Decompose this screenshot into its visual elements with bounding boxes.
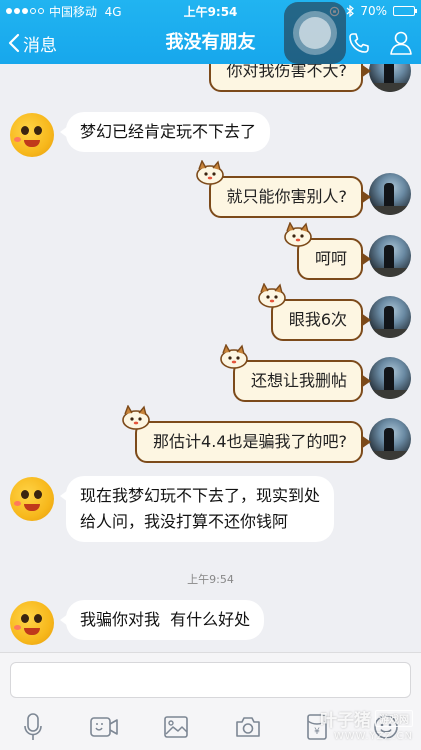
my-avatar[interactable] [369, 64, 411, 92]
profile-button[interactable] [389, 30, 413, 56]
message-text: 呵呵 [314, 249, 347, 268]
my-avatar[interactable] [369, 173, 411, 215]
message-row: 梦幻已经肯定玩不下去了 [0, 110, 421, 160]
chat-area[interactable]: 你对我伤害不大? 梦幻已经肯定玩不下去了 就只能你害别人? 呵呵 眼我6次 还想… [0, 64, 421, 652]
microphone-icon[interactable] [22, 712, 44, 742]
phone-call-button[interactable] [347, 31, 371, 55]
message-bubble-in[interactable]: 现在我梦幻玩不下去了，现实到处 给人问，我没打算不还你钱阿 [59, 476, 335, 542]
person-icon [390, 31, 412, 55]
assistive-touch-button[interactable] [284, 2, 346, 64]
camera-icon[interactable] [234, 715, 262, 739]
bubble-pet-decoration-icon [195, 160, 224, 185]
friend-avatar[interactable] [10, 477, 54, 521]
message-text: 眼我6次 [288, 310, 347, 329]
message-text: 你对我伤害不大? [226, 64, 348, 80]
message-bubble-out[interactable]: 那估计4.4也是骗我了的吧? [122, 405, 371, 463]
my-avatar[interactable] [369, 357, 411, 399]
top-bar: 中国移动 4G 上午9:54 70% 消息 我没有朋友 [0, 0, 421, 64]
message-text-line: 现在我梦幻玩不下去了，现实到处 [80, 486, 321, 505]
message-bubble-in[interactable]: 梦幻已经肯定玩不下去了 [59, 112, 271, 152]
status-bar: 中国移动 4G 上午9:54 70% [0, 0, 421, 22]
message-text: 我骗你对我 有什么好处 [80, 610, 251, 629]
friend-avatar[interactable] [10, 113, 54, 157]
message-row: 我骗你对我 有什么好处 [0, 598, 421, 648]
friend-avatar[interactable] [10, 601, 54, 645]
battery-percent: 70% [360, 4, 387, 18]
message-row: 现在我梦幻玩不下去了，现实到处 给人问，我没打算不还你钱阿 [0, 474, 421, 544]
bubble-pet-decoration-icon [220, 344, 248, 369]
video-icon[interactable] [89, 715, 119, 739]
network-label: 4G [104, 4, 122, 19]
message-bubble-out[interactable]: 呵呵 [284, 222, 372, 280]
watermark-logo: 叶子猪 游戏网 WWW.YZZ.CN [320, 710, 413, 742]
message-text: 那估计4.4也是骗我了的吧? [153, 432, 347, 451]
message-bubble-out[interactable]: 就只能你害别人? [195, 160, 371, 218]
signal-strength-icon [6, 8, 44, 14]
chevron-left-icon [8, 33, 20, 53]
message-bubble-out[interactable]: 你对我伤害不大? [208, 64, 371, 92]
message-row: 还想让我删帖 [0, 344, 421, 402]
message-bubble-out[interactable]: 眼我6次 [258, 283, 372, 341]
nav-bar: 消息 我没有朋友 [0, 22, 421, 64]
bluetooth-icon [346, 5, 355, 17]
phone-icon [349, 33, 369, 53]
time-divider: 上午9:54 [187, 573, 234, 586]
my-avatar[interactable] [369, 235, 411, 277]
message-bubble-in[interactable]: 我骗你对我 有什么好处 [59, 600, 265, 640]
bubble-pet-decoration-icon [122, 405, 150, 430]
message-row: 眼我6次 [0, 283, 421, 341]
message-row: 就只能你害别人? [0, 160, 421, 218]
battery-icon [393, 6, 417, 16]
message-row: 你对我伤害不大? [0, 64, 421, 96]
message-text-line: 给人问，我没打算不还你钱阿 [80, 512, 289, 531]
message-text: 梦幻已经肯定玩不下去了 [80, 122, 257, 141]
message-text: 就只能你害别人? [226, 187, 348, 206]
message-input[interactable] [10, 662, 411, 698]
my-avatar[interactable] [369, 418, 411, 460]
bubble-pet-decoration-icon [284, 222, 312, 247]
carrier-label: 中国移动 4G [49, 4, 122, 19]
message-row: 那估计4.4也是骗我了的吧? [0, 405, 421, 463]
back-button[interactable]: 消息 [8, 22, 57, 64]
back-label: 消息 [23, 35, 57, 56]
message-text: 还想让我删帖 [250, 371, 347, 390]
my-avatar[interactable] [369, 296, 411, 338]
message-row: 呵呵 [0, 222, 421, 280]
message-bubble-out[interactable]: 还想让我删帖 [220, 344, 372, 402]
input-bar: ¥ 叶子猪 游戏网 WWW.YZZ.CN [0, 652, 421, 750]
image-icon[interactable] [163, 715, 189, 739]
bubble-pet-decoration-icon [258, 283, 286, 308]
